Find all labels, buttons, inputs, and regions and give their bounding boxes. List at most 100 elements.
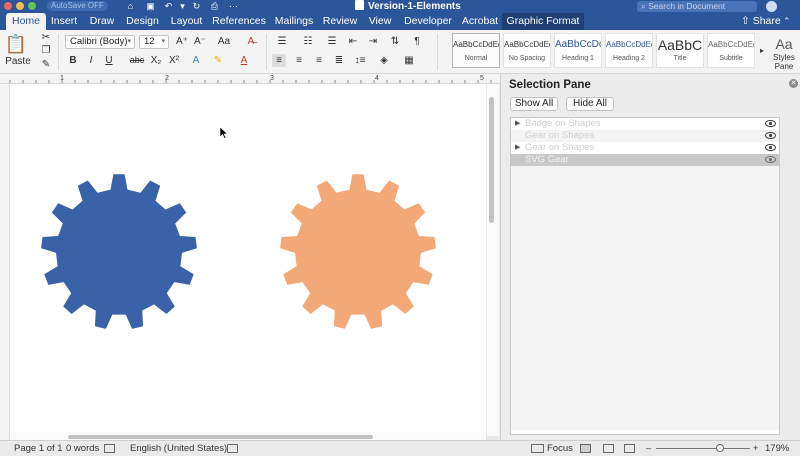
vertical-ruler[interactable] [0, 84, 10, 440]
clear-formatting-icon[interactable]: A̶ [243, 35, 259, 48]
hide-all-button[interactable]: Hide All [566, 97, 614, 111]
superscript-button[interactable]: X² [167, 54, 181, 67]
bullets-icon[interactable]: ☰ [272, 35, 292, 48]
shading-icon[interactable]: ◈ [376, 54, 392, 67]
style-subtitle[interactable]: AaBbCcDdEe Subtitle [707, 33, 755, 68]
share-button[interactable]: ⇧ Share [741, 13, 781, 30]
proofing-icon[interactable] [104, 444, 115, 453]
zoom-level[interactable]: 179% [765, 441, 789, 456]
account-avatar[interactable] [766, 1, 777, 12]
line-spacing-icon[interactable]: ↕≡ [352, 54, 368, 67]
subscript-button[interactable]: X₂ [149, 54, 163, 67]
style-no-spacing[interactable]: AaBbCcDdEe No Spacing [503, 33, 551, 68]
align-left-icon[interactable]: ≡ [272, 54, 286, 67]
increase-indent-icon[interactable]: ⇥ [366, 35, 380, 48]
tab-draw[interactable]: Draw [88, 13, 116, 30]
autosave-toggle[interactable]: AutoSave OFF [47, 1, 108, 11]
undo-icon[interactable]: ↶ [163, 1, 174, 11]
redo-icon[interactable]: ↻ [191, 1, 202, 11]
selection-item-label[interactable]: Gear on Shapes [525, 130, 594, 142]
style-heading-2[interactable]: AaBbCcDdEe Heading 2 [605, 33, 653, 68]
horizontal-scrollbar-thumb[interactable] [68, 435, 373, 439]
tab-mailings[interactable]: Mailings [273, 13, 315, 30]
selection-item-label[interactable]: Badge on Shapes [525, 118, 601, 130]
decrease-indent-icon[interactable]: ⇤ [346, 35, 360, 48]
styles-pane-button[interactable]: Aa Styles Pane [769, 35, 799, 71]
blue-gear[interactable] [41, 174, 197, 329]
font-color-icon[interactable]: A [237, 54, 251, 67]
tab-home[interactable]: Home [6, 13, 46, 30]
horizontal-ruler[interactable]: 1 2 3 4 5 [0, 74, 500, 84]
home-icon[interactable]: ⌂ [125, 1, 136, 11]
save-icon[interactable]: ▣ [145, 1, 156, 11]
zoom-out-button[interactable]: – [646, 441, 651, 456]
numbering-icon[interactable]: ☷ [298, 35, 318, 48]
justify-icon[interactable]: ≣ [332, 54, 346, 67]
cut-icon[interactable]: ✂ [40, 31, 52, 44]
customize-toolbar-icon[interactable]: ⋯ [228, 1, 239, 11]
tab-design[interactable]: Design [124, 13, 161, 30]
styles-gallery-more-icon[interactable]: ▸ [758, 44, 766, 57]
strikethrough-button[interactable]: abc [129, 54, 145, 67]
visibility-eye-icon[interactable] [765, 132, 776, 139]
italic-button[interactable]: I [85, 54, 97, 67]
visibility-eye-icon[interactable] [765, 144, 776, 151]
read-mode-view-icon[interactable] [624, 444, 635, 453]
close-icon[interactable]: ✕ [789, 79, 798, 88]
word-count[interactable]: 0 words [66, 441, 99, 456]
grow-font-icon[interactable]: A⁺ [175, 35, 189, 48]
close-window-button[interactable] [4, 2, 12, 10]
zoom-slider[interactable] [656, 448, 750, 449]
focus-mode-button[interactable]: Focus [547, 441, 573, 456]
language-status[interactable]: English (United States) [130, 441, 227, 456]
vertical-scrollbar-thumb[interactable] [489, 97, 494, 223]
zoom-slider-handle[interactable] [716, 444, 724, 452]
search-input[interactable]: ⌕ Search in Document [637, 1, 757, 12]
align-right-icon[interactable]: ≡ [312, 54, 326, 67]
focus-icon[interactable] [531, 444, 544, 453]
underline-button[interactable]: U [103, 54, 115, 67]
show-marks-icon[interactable]: ¶ [410, 35, 424, 48]
selection-list[interactable]: ▶ Badge on Shapes Gear on Shapes ▶ Gear … [510, 117, 780, 435]
bold-button[interactable]: B [67, 54, 79, 67]
print-layout-view-icon[interactable] [580, 444, 591, 453]
tab-layout[interactable]: Layout [168, 13, 205, 30]
selection-item[interactable]: ▶ Badge on Shapes [511, 118, 779, 130]
copy-icon[interactable]: ❐ [40, 44, 52, 57]
web-layout-view-icon[interactable] [603, 444, 614, 453]
style-heading-1[interactable]: AaBbCcDc Heading 1 [554, 33, 602, 68]
print-icon[interactable]: ⎙ [209, 1, 220, 11]
tab-developer[interactable]: Developer [402, 13, 454, 30]
minimize-window-button[interactable] [16, 2, 24, 10]
paste-icon[interactable]: 📋 [4, 33, 28, 55]
multilevel-list-icon[interactable]: ☰ [322, 35, 342, 48]
style-normal[interactable]: AaBbCcDdEe Normal [452, 33, 500, 68]
font-size-select[interactable]: 12 ▾ [139, 35, 169, 49]
page-count[interactable]: Page 1 of 1 [14, 441, 63, 456]
borders-icon[interactable]: ▦ [398, 54, 420, 67]
tab-acrobat[interactable]: Acrobat [460, 13, 500, 30]
maximize-window-button[interactable] [28, 2, 36, 10]
show-all-button[interactable]: Show All [510, 97, 558, 111]
selection-item-selected[interactable]: SVG Gear [511, 154, 779, 166]
track-changes-icon[interactable] [227, 444, 238, 453]
tab-insert[interactable]: Insert [48, 13, 80, 30]
selection-item[interactable]: Gear on Shapes [511, 130, 779, 142]
visibility-eye-icon[interactable] [765, 120, 776, 127]
selection-item-label[interactable]: Gear on Shapes [525, 142, 594, 154]
tab-references[interactable]: References [212, 13, 266, 30]
expand-arrow-icon[interactable]: ▶ [515, 118, 520, 130]
tab-review[interactable]: Review [322, 13, 358, 30]
paste-button[interactable]: Paste [4, 55, 32, 68]
document-canvas[interactable] [10, 84, 486, 432]
font-name-select[interactable]: Calibri (Body) ▾ [65, 35, 135, 49]
expand-arrow-icon[interactable]: ▶ [515, 142, 520, 154]
align-center-icon[interactable]: ≡ [292, 54, 306, 67]
selection-item[interactable]: ▶ Gear on Shapes [511, 142, 779, 154]
format-painter-icon[interactable]: ✎ [40, 58, 52, 71]
change-case-icon[interactable]: Aa [217, 35, 231, 48]
visibility-eye-icon[interactable] [765, 156, 776, 163]
ribbon-collapse-icon[interactable]: ⌃ [783, 13, 791, 29]
tab-view[interactable]: View [366, 13, 394, 30]
sort-icon[interactable]: ⇅ [388, 35, 402, 48]
